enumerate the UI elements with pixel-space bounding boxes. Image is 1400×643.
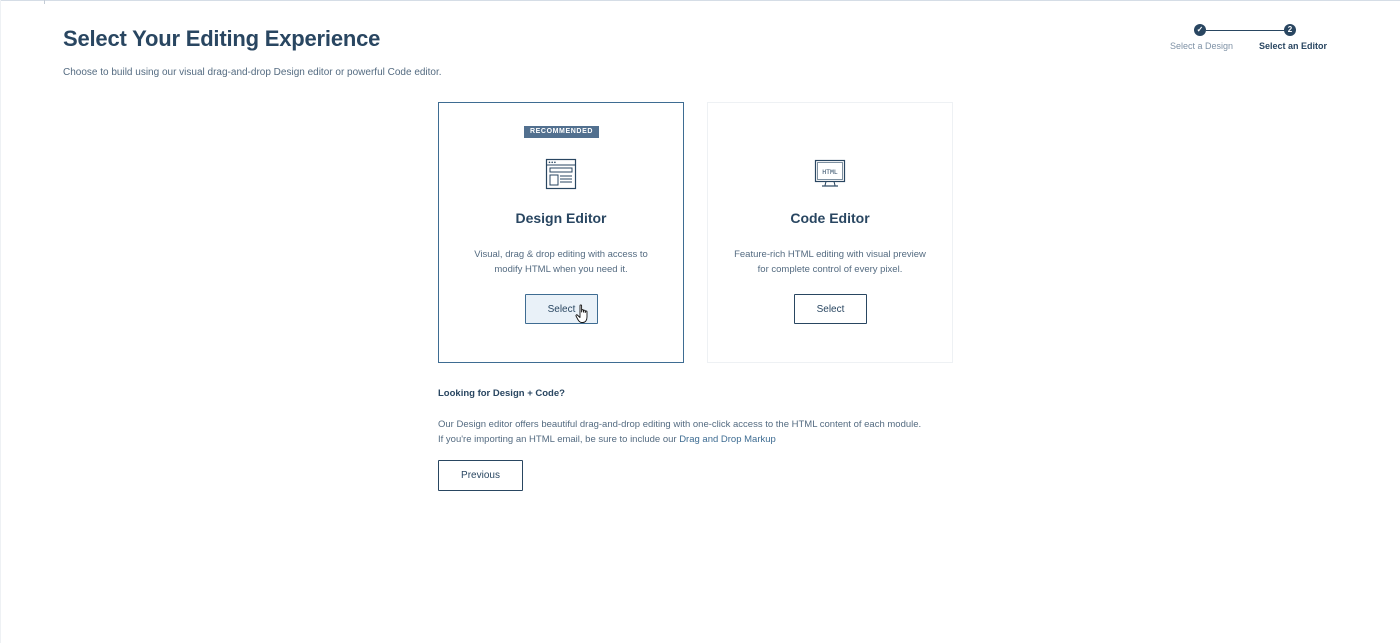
step-label-select-editor: Select an Editor [1259,41,1328,51]
code-editor-description: Feature-rich HTML editing with visual pr… [734,249,926,275]
design-editor-description: Visual, drag & drop editing with access … [474,249,648,275]
drag-drop-markup-link[interactable]: Drag and Drop Markup [679,434,776,445]
progress-stepper: ✓ 2 Select a Design Select an Editor [1160,24,1340,54]
design-layout-icon [545,158,577,190]
top-border [0,0,1400,4]
design-editor-card[interactable]: RECOMMENDED Design Editor Visual, drag &… [438,102,684,363]
page-subtitle: Choose to build using our visual drag-an… [63,67,442,78]
design-code-info: Our Design editor offers beautiful drag-… [438,417,978,447]
step-current-number: 2 [1284,24,1296,36]
code-editor-select-button[interactable]: Select [794,294,867,324]
code-editor-card[interactable]: HTML Code Editor Feature-rich HTML editi… [707,102,953,363]
previous-button[interactable]: Previous [438,460,523,491]
step-complete-check-icon[interactable]: ✓ [1194,24,1206,36]
design-editor-select-button[interactable]: Select [525,294,598,324]
step-label-select-design[interactable]: Select a Design [1170,41,1233,51]
design-editor-title: Design Editor [515,210,607,226]
html-icon-text: HTML [822,169,838,176]
left-border [0,0,1,643]
info-line-2: If you're importing an HTML email, be su… [438,434,680,445]
recommended-badge: RECOMMENDED [524,126,599,138]
stepper-connector [1206,30,1290,31]
html-monitor-icon: HTML [814,159,846,187]
code-editor-title: Code Editor [790,210,870,226]
page-title: Select Your Editing Experience [63,26,381,51]
design-code-heading: Looking for Design + Code? [438,388,565,399]
top-border-notch [44,0,45,4]
info-line-1: Our Design editor offers beautiful drag-… [438,419,922,430]
